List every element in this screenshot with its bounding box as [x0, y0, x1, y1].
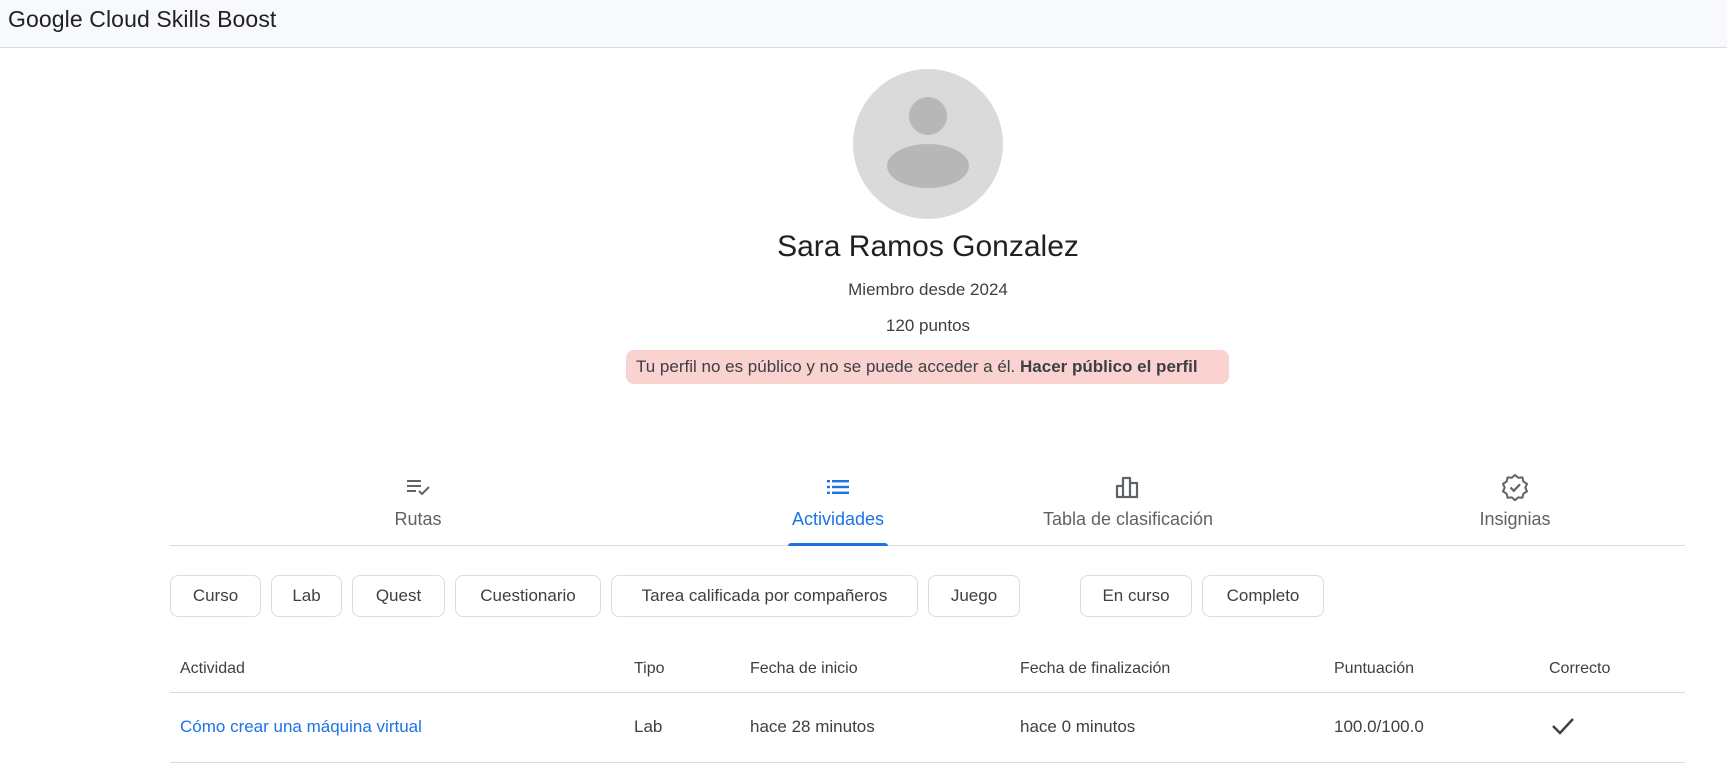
- member-since: Miembro desde 2024: [848, 280, 1008, 299]
- column-header-puntuacion: Puntuación: [1334, 660, 1415, 677]
- tab-label: Rutas: [394, 509, 442, 529]
- filter-chip-tarea-calificada[interactable]: Tarea calificada por compañeros: [611, 575, 918, 617]
- column-header-fecha-finalizacion: Fecha de finalización: [1020, 660, 1171, 677]
- make-public-link[interactable]: Hacer público el perfil: [1020, 357, 1198, 376]
- avatar: [853, 69, 1003, 219]
- top-bar: Google Cloud Skills Boost: [0, 0, 1727, 48]
- activity-end: hace 0 minutos: [1020, 717, 1136, 736]
- table-row: Cómo crear una máquina virtual Lab hace …: [170, 693, 1685, 763]
- activity-score: 100.0/100.0: [1334, 717, 1424, 736]
- active-tab-indicator: [788, 543, 888, 546]
- filter-chip-lab[interactable]: Lab: [271, 575, 342, 617]
- tab-rutas[interactable]: Rutas: [358, 465, 478, 545]
- profile-name: Sara Ramos Gonzalez: [777, 230, 1079, 263]
- profile-tabs: Rutas Actividades Tabla de clasificación…: [170, 465, 1685, 546]
- filter-chip-cuestionario[interactable]: Cuestionario: [455, 575, 601, 617]
- tab-tabla-de-clasificacion[interactable]: Tabla de clasificación: [1025, 465, 1231, 545]
- activity-link[interactable]: Cómo crear una máquina virtual: [180, 717, 422, 737]
- points-count: 120 puntos: [885, 316, 971, 335]
- tab-label: Tabla de clasificación: [1042, 509, 1214, 529]
- column-header-fecha-inicio: Fecha de inicio: [750, 660, 858, 677]
- verified-badge-icon: [1502, 474, 1528, 501]
- column-header-tipo: Tipo: [634, 660, 665, 677]
- leaderboard-icon: [1115, 476, 1139, 499]
- list-icon: [827, 480, 849, 494]
- column-header-correcto: Correcto: [1549, 660, 1611, 677]
- filter-chip-en-curso[interactable]: En curso: [1080, 575, 1192, 617]
- filter-chip-juego[interactable]: Juego: [928, 575, 1020, 617]
- brand-logo-text[interactable]: Google Cloud Skills Boost: [8, 6, 276, 33]
- tab-label: Actividades: [791, 509, 885, 529]
- notice-text: Tu perfil no es público y no se puede ac…: [636, 357, 1016, 376]
- check-icon: [1552, 718, 1574, 735]
- tab-insignias[interactable]: Insignias: [1450, 465, 1580, 545]
- person-avatar-icon: [887, 97, 969, 188]
- filter-chip-quest[interactable]: Quest: [352, 575, 445, 617]
- playlist-check-icon: [407, 480, 430, 496]
- filter-chip-curso[interactable]: Curso: [170, 575, 261, 617]
- tab-label: Insignias: [1479, 509, 1551, 529]
- activity-type: Lab: [634, 717, 663, 736]
- column-header-actividad: Actividad: [180, 660, 245, 677]
- tab-actividades[interactable]: Actividades: [788, 465, 888, 546]
- table-header: Actividad Tipo Fecha de inicio Fecha de …: [170, 650, 1685, 693]
- activity-start: hace 28 minutos: [750, 717, 875, 736]
- private-profile-notice: Tu perfil no es público y no se puede ac…: [626, 350, 1229, 384]
- filter-chip-completo[interactable]: Completo: [1202, 575, 1324, 617]
